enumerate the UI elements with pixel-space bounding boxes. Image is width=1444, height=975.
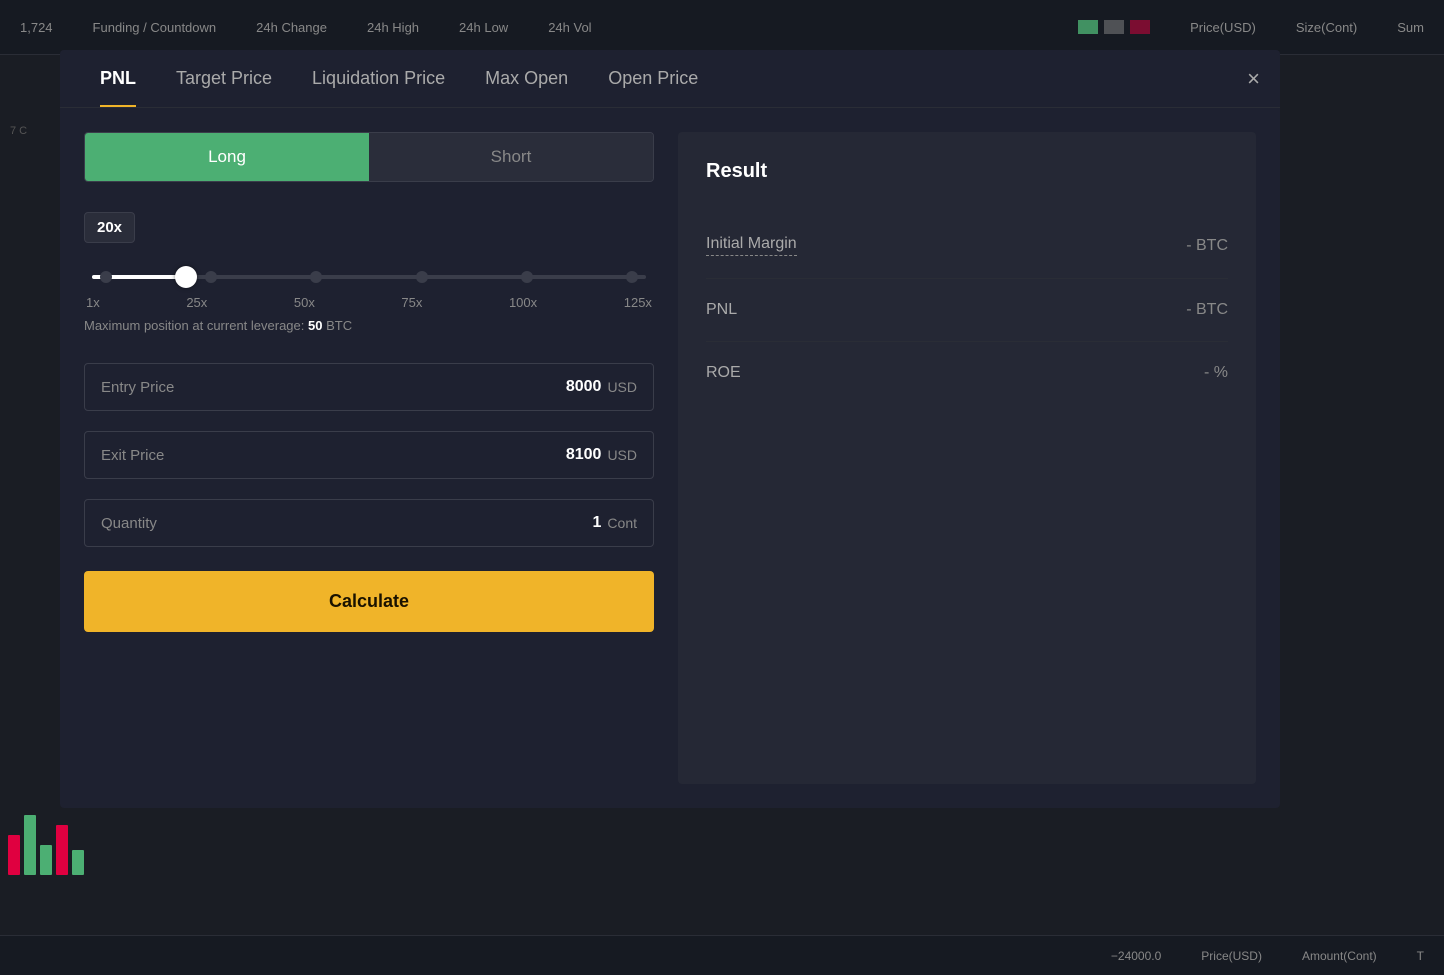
- size-cont-label: Size(Cont): [1296, 20, 1357, 35]
- roe-value: - %: [1204, 364, 1228, 382]
- side-number-0: 7 C: [10, 125, 27, 137]
- bottom-neg-value: −24000.0: [1111, 949, 1161, 963]
- quantity-unit: Cont: [607, 515, 637, 531]
- modal-tabs: PNL Target Price Liquidation Price Max O…: [60, 50, 1280, 108]
- initial-margin-value: - BTC: [1186, 237, 1228, 255]
- dot-100x: [521, 271, 533, 283]
- exit-price-value: 8100: [566, 446, 602, 464]
- direction-toggle: Long Short: [84, 132, 654, 182]
- result-row-pnl: PNL - BTC: [706, 279, 1228, 342]
- top-bar-low: 24h Low: [459, 20, 508, 35]
- quantity-value: 1: [593, 514, 602, 532]
- tab-max-open[interactable]: Max Open: [465, 50, 588, 107]
- label-125x: 125x: [624, 295, 652, 310]
- bottom-price-label: Price(USD): [1201, 949, 1262, 963]
- tab-target-price[interactable]: Target Price: [156, 50, 292, 107]
- tab-open-price[interactable]: Open Price: [588, 50, 718, 107]
- slider-labels: 1x 25x 50x 75x 100x 125x: [84, 295, 654, 310]
- entry-price-field[interactable]: Entry Price 8000 USD: [84, 363, 654, 411]
- max-position-text: Maximum position at current leverage: 50…: [84, 318, 654, 333]
- max-position-label: Maximum position at current leverage:: [84, 318, 304, 333]
- left-panel: Long Short 20x: [84, 132, 654, 784]
- result-row-initial-margin: Initial Margin - BTC: [706, 213, 1228, 279]
- dot-25x: [205, 271, 217, 283]
- exit-price-label: Exit Price: [101, 447, 566, 464]
- dot-75x: [416, 271, 428, 283]
- entry-price-value: 8000: [566, 378, 602, 396]
- top-bar: 1,724 Funding / Countdown 24h Change 24h…: [0, 0, 1444, 55]
- slider-thumb[interactable]: [175, 266, 197, 288]
- entry-price-label: Entry Price: [101, 379, 566, 396]
- label-100x: 100x: [509, 295, 537, 310]
- top-index-value: 1,724: [20, 20, 53, 35]
- icon-group-1: [1078, 20, 1150, 34]
- dot-50x: [310, 271, 322, 283]
- label-1x: 1x: [86, 295, 100, 310]
- side-numbers: 7 C: [0, 115, 37, 147]
- pnl-result-label: PNL: [706, 301, 737, 319]
- calculate-button[interactable]: Calculate: [84, 571, 654, 632]
- roe-label: ROE: [706, 364, 741, 382]
- bottom-bar: −24000.0 Price(USD) Amount(Cont) T: [0, 935, 1444, 975]
- modal-content: Long Short 20x: [60, 108, 1280, 808]
- max-position-unit: BTC: [326, 318, 352, 333]
- leverage-label: 20x: [84, 212, 135, 243]
- dot-125x: [626, 271, 638, 283]
- top-bar-change: 24h Change: [256, 20, 327, 35]
- icon-gray-1: [1104, 20, 1124, 34]
- label-50x: 50x: [294, 295, 315, 310]
- short-button[interactable]: Short: [369, 133, 653, 181]
- entry-price-unit: USD: [607, 379, 637, 395]
- quantity-label: Quantity: [101, 515, 593, 532]
- sum-label: Sum: [1397, 20, 1424, 35]
- slider-track: [92, 275, 646, 279]
- exit-price-unit: USD: [607, 447, 637, 463]
- result-title: Result: [706, 160, 1228, 183]
- max-position-value: 50: [308, 318, 322, 333]
- top-bar-vol: 24h Vol: [548, 20, 591, 35]
- close-button[interactable]: ×: [1247, 68, 1260, 90]
- tab-pnl[interactable]: PNL: [80, 50, 156, 107]
- candle-2: [24, 815, 36, 875]
- exit-price-field[interactable]: Exit Price 8100 USD: [84, 431, 654, 479]
- quantity-field[interactable]: Quantity 1 Cont: [84, 499, 654, 547]
- pnl-result-value: - BTC: [1186, 301, 1228, 319]
- price-usd-label: Price(USD): [1190, 20, 1256, 35]
- bottom-total-label: T: [1417, 949, 1424, 963]
- tab-liquidation-price[interactable]: Liquidation Price: [292, 50, 465, 107]
- bottom-amount-label: Amount(Cont): [1302, 949, 1377, 963]
- initial-margin-label: Initial Margin: [706, 235, 797, 256]
- candle-3: [40, 845, 52, 875]
- candle-4: [56, 825, 68, 875]
- top-bar-high: 24h High: [367, 20, 419, 35]
- result-panel: Result Initial Margin - BTC PNL - BTC RO…: [678, 132, 1256, 784]
- label-25x: 25x: [186, 295, 207, 310]
- icon-green-1: [1078, 20, 1098, 34]
- candle-1: [8, 835, 20, 875]
- leverage-slider-section: 20x: [84, 202, 654, 343]
- pnl-modal: PNL Target Price Liquidation Price Max O…: [60, 50, 1280, 808]
- top-bar-funding: Funding / Countdown: [93, 20, 217, 35]
- candle-5: [72, 850, 84, 875]
- icon-red-1: [1130, 20, 1150, 34]
- slider-fill: [92, 275, 186, 279]
- label-75x: 75x: [401, 295, 422, 310]
- slider-container[interactable]: [84, 275, 654, 279]
- result-row-roe: ROE - %: [706, 342, 1228, 404]
- long-button[interactable]: Long: [85, 133, 369, 181]
